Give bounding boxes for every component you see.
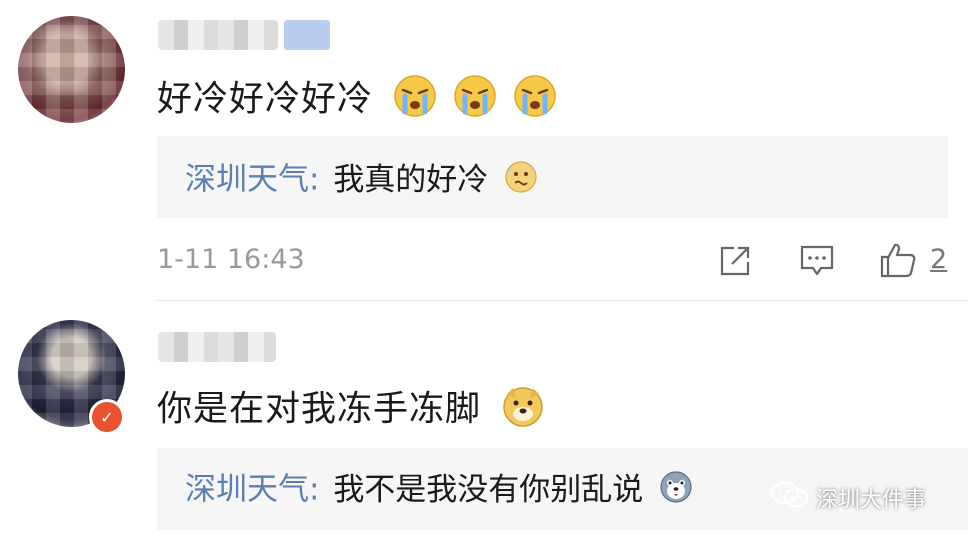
share-icon[interactable] xyxy=(718,244,752,278)
comment-icon[interactable] xyxy=(799,244,835,278)
crying-face-icon xyxy=(393,74,437,127)
divider xyxy=(157,300,968,301)
crying-face-icon xyxy=(513,74,557,127)
verified-badge-icon: ✓ xyxy=(89,399,125,435)
username-blurred[interactable] xyxy=(158,332,276,362)
reply-author[interactable]: 深圳天气: xyxy=(185,472,319,508)
reply: 深圳天气: 我不是我没有你别乱说 xyxy=(185,470,693,512)
thumbs-up-icon xyxy=(878,240,918,284)
avatar[interactable] xyxy=(18,16,125,123)
comment-body: 你是在对我冻手冻脚 xyxy=(157,389,482,430)
user-badge-blurred xyxy=(284,20,330,50)
reply-text: 我真的好冷 xyxy=(333,161,489,198)
like-count: 2 xyxy=(930,244,948,275)
comment-text: 你是在对我冻手冻脚 xyxy=(157,384,545,437)
watermark: 深圳大件事 xyxy=(770,480,926,516)
crying-face-icon xyxy=(453,74,497,127)
reply-text: 我不是我没有你别乱说 xyxy=(333,471,644,508)
watermark-text: 深圳大件事 xyxy=(816,488,927,513)
shivering-face-icon xyxy=(504,160,538,202)
timestamp: 1-11 16:43 xyxy=(157,244,305,275)
comment-text: 好冷好冷好冷 xyxy=(157,74,557,127)
wechat-icon xyxy=(770,480,810,516)
username-blurred[interactable] xyxy=(158,20,278,50)
husky-face-icon xyxy=(659,470,693,512)
doge-face-icon xyxy=(501,384,545,437)
like-button[interactable]: 2 xyxy=(878,240,958,280)
reply-box[interactable]: 深圳天气: 我真的好冷 xyxy=(157,136,948,218)
reply: 深圳天气: 我真的好冷 xyxy=(185,160,538,202)
comment-body: 好冷好冷好冷 xyxy=(157,79,374,120)
reply-author[interactable]: 深圳天气: xyxy=(185,162,319,198)
